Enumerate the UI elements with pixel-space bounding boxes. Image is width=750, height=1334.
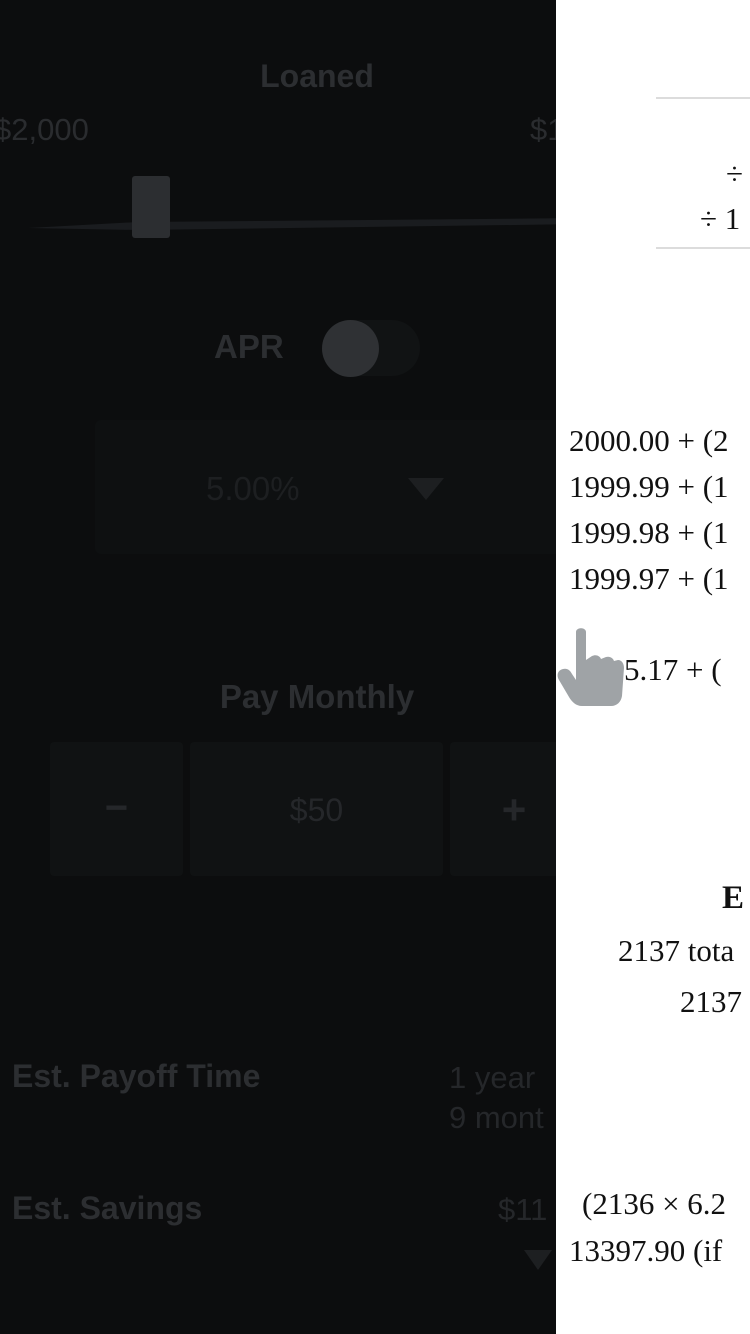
loan-slider-thumb[interactable] <box>132 176 170 238</box>
apr-toggle-knob[interactable] <box>322 320 379 377</box>
pay-monthly-label: Pay Monthly <box>219 678 415 715</box>
loan-max-value: $1 <box>530 112 556 147</box>
savings-value: $11 <box>498 1192 548 1227</box>
minus-icon: − <box>104 786 129 830</box>
panel-heading: E <box>722 880 745 916</box>
equation-line: 5.17 + ( <box>624 652 722 687</box>
savings-label: Est. Savings <box>12 1190 203 1226</box>
apr-dropdown[interactable] <box>95 420 556 554</box>
divider <box>656 97 750 99</box>
monthly-payment-stepper: − $50 + <box>50 742 556 876</box>
equation-line: 1999.99 + (1 <box>569 469 729 504</box>
loan-min-value: $2,000 <box>0 112 89 147</box>
apr-dropdown-value: 5.00% <box>206 470 300 507</box>
calculation-line: (2136 × 6.2 <box>582 1186 727 1221</box>
equation-line: 2000.00 + (2 <box>569 423 729 458</box>
equation-line: 1999.98 + (1 <box>569 515 729 550</box>
plus-icon: + <box>501 786 527 833</box>
total-value: 2137 <box>680 984 742 1019</box>
loan-calculator-screen: Loaned $2,000 $1 APR 5.00% Pay Monthly −… <box>0 0 556 1334</box>
division-line: ÷ 1 <box>700 201 741 236</box>
payment-amount-value: $50 <box>289 792 344 828</box>
calculation-line: 13397.90 (if <box>569 1233 723 1268</box>
loan-slider-track[interactable] <box>28 218 556 232</box>
hand-pointer-icon <box>557 628 624 706</box>
divider <box>656 247 750 249</box>
caret-down-icon <box>408 478 444 500</box>
total-line: 2137 tota <box>618 933 735 968</box>
payoff-time-label: Est. Payoff Time <box>12 1058 261 1094</box>
loaned-title: Loaned <box>260 58 374 94</box>
payoff-time-years: 1 year <box>449 1060 536 1095</box>
caret-down-icon[interactable] <box>524 1250 552 1270</box>
payoff-time-months: 9 mont <box>449 1100 544 1135</box>
division-line: ÷ <box>726 156 744 191</box>
apr-label: APR <box>214 328 284 365</box>
equation-line: 1999.97 + (1 <box>569 561 729 596</box>
